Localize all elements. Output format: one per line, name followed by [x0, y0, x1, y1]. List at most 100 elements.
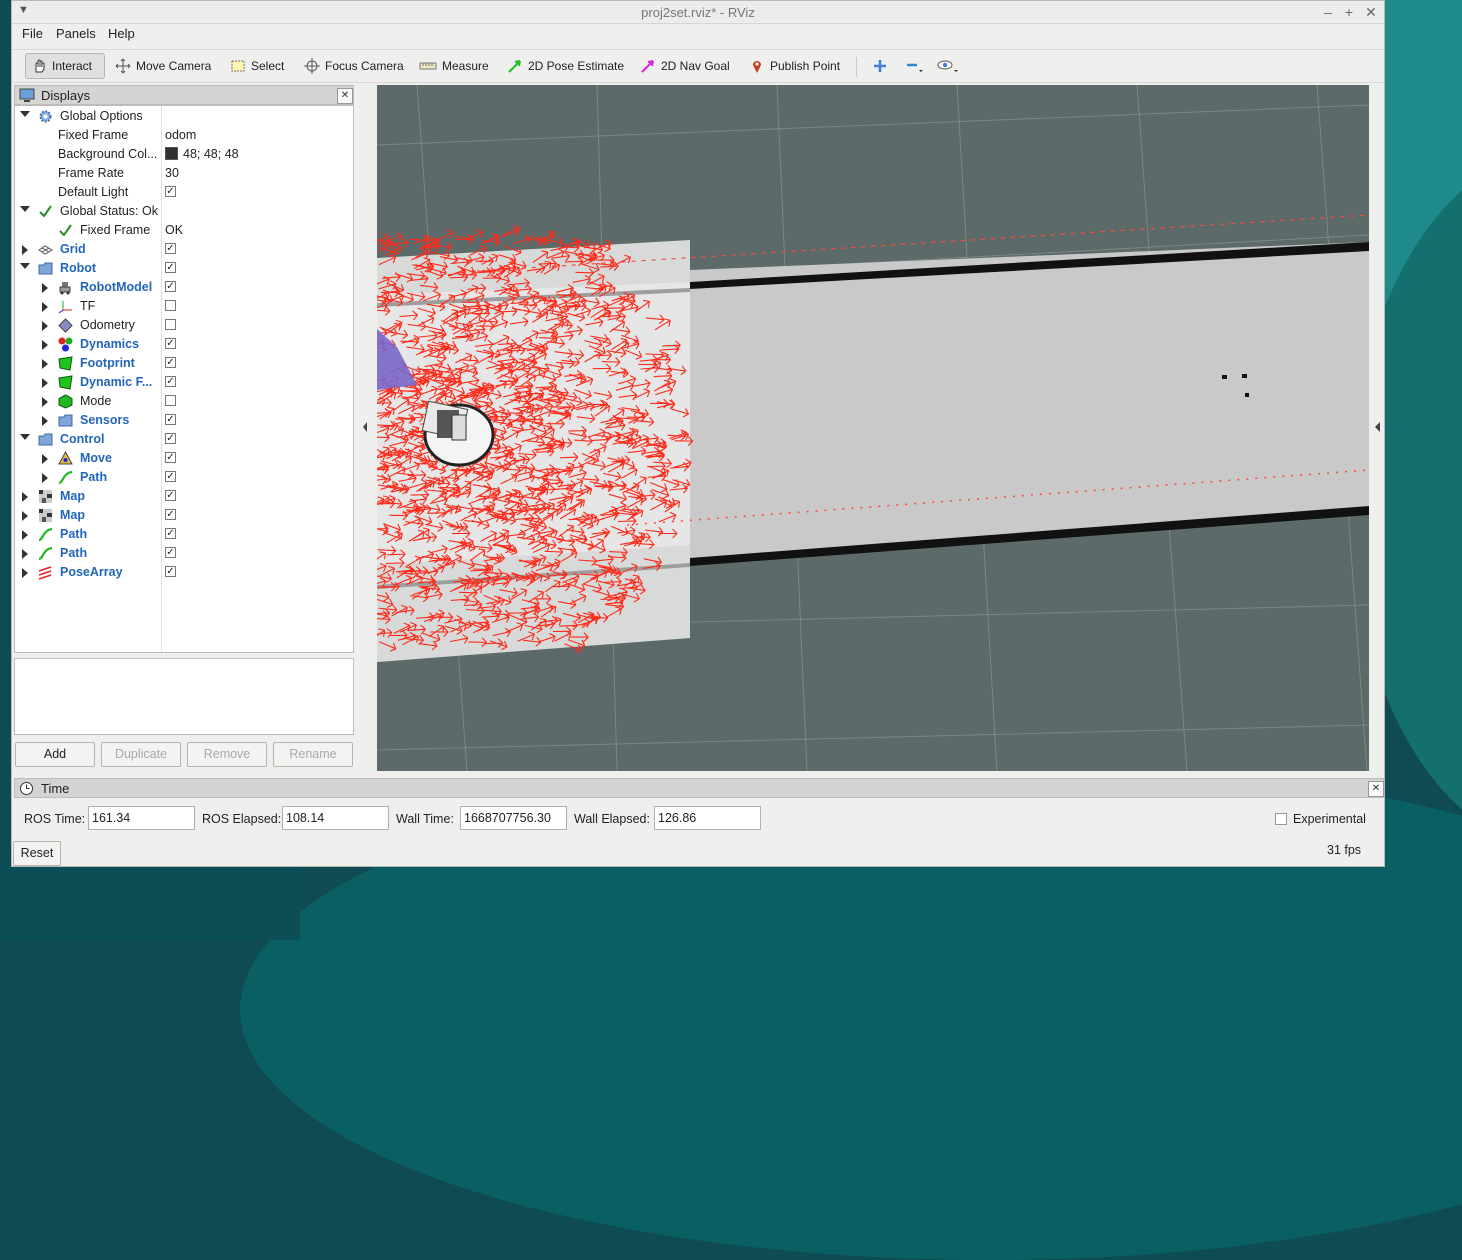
- dynamic-footprint-checkbox[interactable]: ✓: [165, 376, 176, 387]
- remove-tool-button[interactable]: [900, 53, 935, 79]
- move-camera-button[interactable]: Move Camera: [110, 53, 216, 79]
- expand-arrow-icon[interactable]: [20, 263, 30, 269]
- add-tool-button[interactable]: [868, 53, 897, 79]
- expand-arrow-icon[interactable]: [22, 549, 28, 559]
- expand-arrow-icon[interactable]: [42, 397, 48, 407]
- tree-row-path-2[interactable]: Path ✓: [15, 544, 353, 563]
- path-checkbox[interactable]: ✓: [165, 528, 176, 539]
- tree-row-odometry[interactable]: Odometry: [15, 316, 353, 335]
- tree-row-control[interactable]: Control ✓: [15, 430, 353, 449]
- expand-arrow-icon[interactable]: [42, 473, 48, 483]
- tree-row-default-light[interactable]: Default Light ✓: [15, 183, 353, 202]
- tree-row-move[interactable]: Move ✓: [15, 449, 353, 468]
- tree-row-posearray[interactable]: PoseArray ✓: [15, 563, 353, 582]
- select-button[interactable]: Select: [225, 53, 289, 79]
- right-splitter-handle[interactable]: [1372, 85, 1386, 771]
- remove-button[interactable]: Remove: [187, 742, 267, 767]
- tree-row-map-1[interactable]: Map ✓: [15, 487, 353, 506]
- robot-checkbox[interactable]: ✓: [165, 262, 176, 273]
- tree-row-map-2[interactable]: Map ✓: [15, 506, 353, 525]
- measure-button[interactable]: Measure: [414, 53, 494, 79]
- close-icon[interactable]: ✕: [1362, 3, 1380, 21]
- left-splitter-handle[interactable]: [355, 85, 375, 771]
- path-checkbox[interactable]: ✓: [165, 471, 176, 482]
- expand-arrow-icon[interactable]: [42, 340, 48, 350]
- frame-rate-value[interactable]: 30: [165, 166, 179, 180]
- expand-arrow-icon[interactable]: [22, 530, 28, 540]
- mode-checkbox[interactable]: [165, 395, 176, 406]
- reset-button[interactable]: Reset: [13, 841, 61, 866]
- tree-row-footprint[interactable]: Footprint ✓: [15, 354, 353, 373]
- expand-arrow-icon[interactable]: [22, 568, 28, 578]
- expand-arrow-icon[interactable]: [42, 321, 48, 331]
- map-checkbox[interactable]: ✓: [165, 490, 176, 501]
- default-light-checkbox[interactable]: ✓: [165, 186, 176, 197]
- grid-checkbox[interactable]: ✓: [165, 243, 176, 254]
- add-button[interactable]: Add: [15, 742, 95, 767]
- menu-help[interactable]: Help: [108, 26, 135, 41]
- render-3d-view[interactable]: [377, 85, 1369, 771]
- ros-time-field[interactable]: 161.34: [88, 806, 195, 830]
- map-checkbox[interactable]: ✓: [165, 509, 176, 520]
- focus-camera-button[interactable]: Focus Camera: [299, 53, 409, 79]
- expand-arrow-icon[interactable]: [20, 111, 30, 117]
- tree-row-frame-rate[interactable]: Frame Rate 30: [15, 164, 353, 183]
- experimental-checkbox[interactable]: [1275, 813, 1287, 825]
- fixed-frame-value[interactable]: odom: [165, 128, 196, 142]
- tf-checkbox[interactable]: [165, 300, 176, 311]
- tree-row-dynamics[interactable]: Dynamics ✓: [15, 335, 353, 354]
- displays-close-button[interactable]: ✕: [337, 88, 353, 104]
- footprint-checkbox[interactable]: ✓: [165, 357, 176, 368]
- interact-button[interactable]: Interact: [25, 53, 105, 79]
- robotmodel-checkbox[interactable]: ✓: [165, 281, 176, 292]
- posearray-checkbox[interactable]: ✓: [165, 566, 176, 577]
- expand-arrow-icon[interactable]: [42, 454, 48, 464]
- expand-arrow-icon[interactable]: [42, 283, 48, 293]
- tree-row-robotmodel[interactable]: RobotModel ✓: [15, 278, 353, 297]
- maximize-icon[interactable]: +: [1340, 3, 1358, 21]
- expand-arrow-icon[interactable]: [42, 416, 48, 426]
- rename-button[interactable]: Rename: [273, 742, 353, 767]
- tool-visibility-button[interactable]: [932, 53, 971, 79]
- expand-arrow-icon[interactable]: [20, 434, 30, 440]
- duplicate-button[interactable]: Duplicate: [101, 742, 181, 767]
- tree-row-status-fixed-frame[interactable]: Fixed Frame OK: [15, 221, 353, 240]
- odometry-checkbox[interactable]: [165, 319, 176, 330]
- move-checkbox[interactable]: ✓: [165, 452, 176, 463]
- tree-row-grid[interactable]: Grid ✓: [15, 240, 353, 259]
- wall-time-field[interactable]: 1668707756.30: [460, 806, 567, 830]
- menu-file[interactable]: File: [22, 26, 43, 41]
- nav-goal-button[interactable]: 2D Nav Goal: [635, 53, 735, 79]
- minimize-icon[interactable]: –: [1319, 3, 1337, 21]
- menu-panels[interactable]: Panels: [56, 26, 96, 41]
- tree-row-mode[interactable]: Mode: [15, 392, 353, 411]
- wall-elapsed-field[interactable]: 126.86: [654, 806, 761, 830]
- expand-arrow-icon[interactable]: [20, 206, 30, 212]
- pose-estimate-button[interactable]: 2D Pose Estimate: [502, 53, 629, 79]
- expand-arrow-icon[interactable]: [42, 302, 48, 312]
- tree-row-global-options[interactable]: Global Options: [15, 107, 353, 126]
- publish-point-button[interactable]: Publish Point: [744, 53, 845, 79]
- tree-row-robot[interactable]: Robot ✓: [15, 259, 353, 278]
- tree-row-sensors[interactable]: Sensors ✓: [15, 411, 353, 430]
- ros-elapsed-field[interactable]: 108.14: [282, 806, 389, 830]
- time-close-button[interactable]: ✕: [1368, 781, 1384, 797]
- expand-arrow-icon[interactable]: [22, 492, 28, 502]
- map-label: Map: [60, 508, 85, 522]
- expand-arrow-icon[interactable]: [42, 378, 48, 388]
- tree-row-fixed-frame[interactable]: Fixed Frame odom: [15, 126, 353, 145]
- tree-row-path-1[interactable]: Path ✓: [15, 525, 353, 544]
- expand-arrow-icon[interactable]: [42, 359, 48, 369]
- control-checkbox[interactable]: ✓: [165, 433, 176, 444]
- dynamics-checkbox[interactable]: ✓: [165, 338, 176, 349]
- tree-row-tf[interactable]: TF: [15, 297, 353, 316]
- expand-arrow-icon[interactable]: [22, 245, 28, 255]
- expand-arrow-icon[interactable]: [22, 511, 28, 521]
- tree-row-dynamic-footprint[interactable]: Dynamic F... ✓: [15, 373, 353, 392]
- tree-row-global-status[interactable]: Global Status: Ok: [15, 202, 353, 221]
- tree-row-background-color[interactable]: Background Col... 48; 48; 48: [15, 145, 353, 164]
- tree-row-control-path[interactable]: Path ✓: [15, 468, 353, 487]
- background-color-value[interactable]: 48; 48; 48: [165, 147, 239, 161]
- path-checkbox[interactable]: ✓: [165, 547, 176, 558]
- sensors-checkbox[interactable]: ✓: [165, 414, 176, 425]
